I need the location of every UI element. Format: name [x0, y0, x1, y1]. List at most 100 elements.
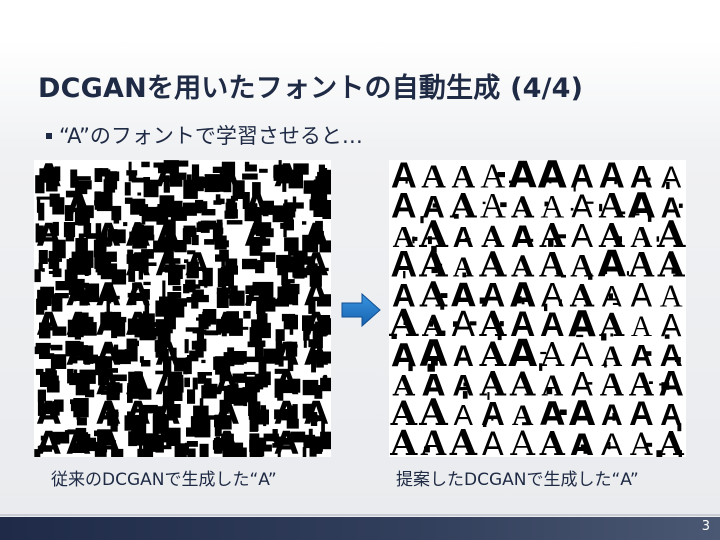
generated-glyph-tile: A — [212, 160, 245, 199]
svg-text:A: A — [304, 396, 328, 432]
generated-glyph-tile — [34, 250, 62, 283]
generated-glyph-tile: A — [245, 218, 274, 256]
generated-glyph-tile: A — [656, 424, 685, 457]
svg-text:A: A — [66, 188, 90, 224]
svg-text:A: A — [661, 162, 682, 195]
generated-glyph-tile: A — [389, 423, 418, 457]
generated-glyph-tile: A — [153, 160, 189, 194]
svg-text:A: A — [245, 218, 269, 254]
generated-glyph-tile — [67, 368, 96, 398]
generated-glyph-tile: A — [272, 425, 306, 457]
generated-glyph-tile — [182, 220, 216, 246]
generated-glyph-tile: A — [539, 425, 566, 457]
generated-glyph-tile: A — [156, 247, 186, 286]
generated-glyph-tile: A — [64, 188, 94, 226]
slide-title: DCGANを用いたフォントの自動生成 (4/4) — [38, 73, 584, 104]
svg-text:A: A — [96, 218, 120, 254]
svg-text:A: A — [539, 425, 566, 457]
svg-text:A: A — [215, 307, 239, 343]
proposed-dcgan-output-image: AAAAAAAAAAAAAAAAAAAAAAAAAAAAAAAAAAAAAAAA… — [389, 160, 686, 457]
generated-glyph-tile: A — [482, 425, 504, 457]
svg-text:A: A — [37, 160, 61, 194]
generated-glyph-tile: A — [302, 396, 328, 434]
square-bullet-icon — [46, 133, 52, 139]
svg-text:A: A — [304, 336, 328, 372]
generated-glyph-tile: A — [601, 426, 623, 457]
generated-glyph-tile: A — [93, 218, 126, 258]
generated-glyph-tile: A — [453, 370, 475, 403]
generated-glyph-tile: A — [37, 307, 67, 343]
generated-glyph-tile: A — [35, 160, 61, 194]
generated-glyph-tile — [183, 338, 207, 375]
generated-glyph-tile: A — [599, 307, 625, 344]
svg-text:A: A — [126, 396, 150, 432]
svg-text:A: A — [215, 425, 239, 457]
generated-glyph-tile: A — [212, 425, 247, 457]
svg-text:A: A — [274, 160, 298, 194]
svg-text:A: A — [66, 425, 90, 457]
generated-glyph-tile: A — [571, 428, 594, 457]
svg-text:A: A — [215, 160, 239, 194]
generated-glyph-tile: A — [420, 422, 447, 457]
generated-glyph-tile — [212, 219, 243, 250]
generated-glyph-tile — [280, 219, 299, 256]
svg-text:A: A — [37, 425, 61, 457]
generated-glyph-tile: A — [631, 278, 653, 314]
generated-glyph-tile: A — [274, 277, 300, 313]
generated-glyph-tile: A — [64, 425, 97, 457]
generated-glyph-tile: A — [598, 243, 627, 286]
generated-glyph-tile: A — [600, 367, 624, 404]
generated-glyph-tile: A — [65, 336, 98, 372]
svg-text:A: A — [96, 425, 120, 457]
svg-text:A: A — [631, 278, 653, 314]
generated-glyph-tile — [70, 398, 89, 426]
generated-glyph-tile: A — [34, 425, 70, 457]
generated-glyph-tile: A — [273, 160, 309, 194]
generated-glyph-tile: A — [661, 162, 682, 195]
footer-divider — [0, 514, 720, 516]
svg-text:A: A — [600, 367, 624, 404]
svg-text:A: A — [66, 336, 90, 372]
generated-glyph-tile: A — [449, 186, 477, 226]
generated-glyph-tile — [309, 190, 331, 219]
generated-glyph-tile: A — [509, 424, 535, 457]
generated-glyph-tile: A — [303, 336, 331, 373]
svg-text:A: A — [509, 365, 536, 404]
left-caption: 従来のDCGANで生成した“A” — [51, 470, 277, 490]
svg-text:A: A — [156, 160, 180, 194]
generated-glyph-tile: A — [215, 307, 243, 343]
bullet-text: “A”のフォントで学習させると… — [59, 124, 363, 148]
svg-text:A: A — [274, 425, 298, 457]
footer-bar — [0, 517, 720, 540]
svg-text:A: A — [453, 341, 474, 373]
generated-glyph-tile: A — [659, 365, 684, 404]
svg-text:A: A — [37, 218, 61, 254]
generated-glyph-tile: A — [453, 341, 474, 373]
svg-text:A: A — [571, 428, 594, 457]
generated-glyph-tile — [243, 399, 269, 432]
generated-glyph-tile — [183, 199, 216, 216]
generated-glyph-tile — [128, 431, 159, 457]
svg-text:A: A — [245, 277, 269, 313]
svg-text:A: A — [453, 222, 474, 254]
svg-text:A: A — [601, 426, 623, 457]
page-number: 3 — [701, 519, 710, 534]
generated-glyph-tile — [124, 161, 159, 198]
svg-text:A: A — [392, 338, 417, 374]
generated-glyph-tile — [94, 168, 120, 193]
generated-glyph-tile: A — [451, 305, 477, 345]
generated-glyph-tile: A — [245, 277, 276, 315]
svg-text:A: A — [126, 307, 150, 343]
generated-glyph-tile: A — [453, 222, 474, 254]
svg-text:A: A — [156, 247, 180, 283]
generated-glyph-tile: A — [94, 425, 124, 457]
svg-text:A: A — [482, 425, 504, 457]
generated-glyph-tile: A — [449, 423, 478, 457]
svg-text:A: A — [509, 424, 535, 457]
generated-glyph-tile: A — [629, 428, 653, 457]
generated-glyph-tile — [302, 428, 331, 457]
svg-text:A: A — [449, 423, 478, 457]
right-caption: 提案したDCGANで生成した“A” — [396, 470, 639, 490]
svg-text:A: A — [389, 423, 418, 457]
generated-glyph-tile — [36, 193, 65, 221]
